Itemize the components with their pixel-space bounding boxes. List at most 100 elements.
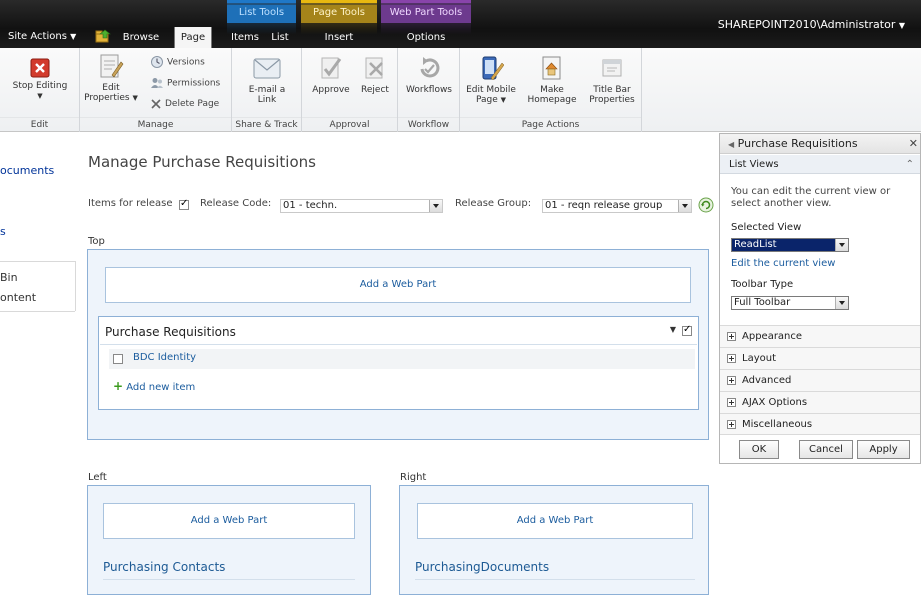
add-web-part-button[interactable]: Add a Web Part xyxy=(105,267,691,303)
release-group-value: 01 - reqn release group xyxy=(545,200,663,211)
divider xyxy=(103,579,355,580)
edit-mobile-page-button[interactable]: Edit Mobile Page ▼ xyxy=(464,54,518,105)
purchasing-documents-title: PurchasingDocuments xyxy=(415,560,550,574)
site-actions-label: Site Actions xyxy=(8,31,67,42)
toolbar-type-select[interactable]: Full Toolbar xyxy=(731,296,849,310)
selected-view-select[interactable]: ReadList xyxy=(731,238,849,252)
email-link-label-1: E-mail a xyxy=(248,85,286,95)
edit-current-view-link[interactable]: Edit the current view xyxy=(731,258,835,269)
tab-items[interactable]: Items xyxy=(228,27,262,48)
make-homepage-label-2: Homepage xyxy=(527,95,577,105)
title-bar-properties-button[interactable]: Title Bar Properties xyxy=(584,54,640,105)
email-icon xyxy=(253,58,281,79)
add-new-item-label: Add new item xyxy=(126,382,196,393)
nav-item-documents[interactable]: ocuments xyxy=(0,164,54,177)
edit-properties-label-1: Edit xyxy=(102,83,120,93)
nav-divider xyxy=(0,311,75,312)
ribbon-group-edit: Stop Editing ▼ Edit xyxy=(0,48,80,132)
reject-icon xyxy=(365,57,383,79)
tool-pane: ◀ Purchase Requisitions ✕ List Views ⌃ Y… xyxy=(719,133,921,464)
make-homepage-label-1: Make xyxy=(540,85,564,95)
navigate-up-icon[interactable] xyxy=(95,29,111,43)
apply-button[interactable]: Apply xyxy=(857,440,910,459)
edit-mobile-page-label-2: Page xyxy=(475,95,498,105)
release-group-label: Release Group: xyxy=(455,198,532,209)
collapse-icon[interactable]: ⌃ xyxy=(906,155,914,174)
section-label: Layout xyxy=(742,353,776,364)
email-link-button[interactable]: E-mail a Link xyxy=(236,54,298,105)
edit-properties-label-2: Properties xyxy=(84,93,130,103)
ribbon-group-share-track: E-mail a Link Share & Track xyxy=(232,48,302,132)
user-menu[interactable]: SHAREPOINT2010\Administrator ▼ xyxy=(718,18,905,31)
approve-label: Approve xyxy=(312,85,350,95)
chevron-left-icon[interactable]: ◀ xyxy=(728,140,734,149)
edit-mobile-page-label-1: Edit Mobile xyxy=(466,85,516,95)
tab-insert[interactable]: Insert xyxy=(306,27,372,48)
page-title: Manage Purchase Requisitions xyxy=(88,153,316,171)
chevron-down-icon xyxy=(835,239,848,251)
permissions-button[interactable]: Permissions xyxy=(150,76,220,90)
expand-icon xyxy=(727,420,736,429)
section-ajax-options[interactable]: AJAX Options xyxy=(720,391,920,413)
divider xyxy=(100,344,697,345)
section-appearance[interactable]: Appearance xyxy=(720,325,920,347)
expand-icon xyxy=(727,332,736,341)
site-actions-menu[interactable]: Site Actions ▼ xyxy=(8,27,76,47)
chevron-down-icon: ▼ xyxy=(898,21,905,30)
expand-icon xyxy=(727,398,736,407)
refresh-icon[interactable] xyxy=(698,197,714,213)
approve-button[interactable]: Approve xyxy=(310,54,352,95)
row-link[interactable]: BDC Identity xyxy=(133,352,196,363)
title-bar-properties-icon xyxy=(602,59,622,77)
cancel-button[interactable]: Cancel xyxy=(799,440,853,459)
top-bar: Site Actions ▼ Browse Page List Tools It… xyxy=(0,0,921,49)
webpart-menu-icon[interactable]: ▼ xyxy=(670,325,676,334)
workflows-button[interactable]: Workflows xyxy=(402,54,456,95)
ribbon-group-manage: Edit Properties ▼ Versions Permissions D… xyxy=(80,48,232,132)
add-new-item-link[interactable]: + Add new item xyxy=(113,379,195,393)
webpart-select-checkbox[interactable] xyxy=(682,324,692,336)
release-code-label: Release Code: xyxy=(200,198,272,209)
nav-item-s[interactable]: s xyxy=(0,225,6,238)
tab-list[interactable]: List xyxy=(265,27,295,48)
stop-editing-button[interactable]: Stop Editing ▼ xyxy=(4,58,76,101)
items-for-release-checkbox[interactable] xyxy=(179,198,189,210)
add-web-part-button[interactable]: Add a Web Part xyxy=(103,503,355,539)
release-code-select[interactable]: 01 - techn. xyxy=(280,199,443,213)
edit-properties-button[interactable]: Edit Properties ▼ xyxy=(84,52,138,103)
versions-icon xyxy=(151,56,163,68)
chevron-down-icon xyxy=(429,200,442,212)
tab-browse[interactable]: Browse xyxy=(118,27,164,48)
expand-icon xyxy=(727,376,736,385)
nav-item-recycle-bin[interactable]: Bin xyxy=(0,271,18,284)
release-group-select[interactable]: 01 - reqn release group xyxy=(542,199,692,213)
edit-mobile-page-icon xyxy=(482,56,504,81)
delete-page-button[interactable]: Delete Page xyxy=(150,97,219,111)
make-homepage-button[interactable]: Make Homepage xyxy=(522,54,582,105)
title-bar-properties-label-1: Title Bar xyxy=(593,85,631,95)
section-label: Miscellaneous xyxy=(742,419,813,430)
zone-right: Add a Web Part PurchasingDocuments xyxy=(399,485,709,595)
nav-item-all-site-content[interactable]: ontent xyxy=(0,291,36,304)
filter-row: Items for release Release Code: 01 - tec… xyxy=(88,196,718,214)
add-web-part-button[interactable]: Add a Web Part xyxy=(417,503,693,539)
section-layout[interactable]: Layout xyxy=(720,347,920,369)
ribbon-group-label: Manage xyxy=(80,117,231,131)
permissions-icon xyxy=(151,78,163,88)
reject-button[interactable]: Reject xyxy=(356,54,394,95)
ribbon-group-page-actions: Edit Mobile Page ▼ Make Homepage Title B… xyxy=(460,48,642,132)
release-code-value: 01 - techn. xyxy=(283,200,338,211)
ok-button[interactable]: OK xyxy=(739,440,779,459)
row-checkbox[interactable] xyxy=(113,354,123,364)
list-views-section-header[interactable]: List Views ⌃ xyxy=(720,155,920,174)
section-advanced[interactable]: Advanced xyxy=(720,369,920,391)
tab-options[interactable]: Options xyxy=(386,27,466,48)
delete-page-label: Delete Page xyxy=(165,99,220,109)
stop-editing-label: Stop Editing xyxy=(12,81,68,91)
versions-button[interactable]: Versions xyxy=(150,55,205,69)
section-miscellaneous[interactable]: Miscellaneous xyxy=(720,413,920,435)
close-icon[interactable]: ✕ xyxy=(909,134,918,154)
title-bar-properties-label-2: Properties xyxy=(589,95,635,105)
chevron-down-icon xyxy=(678,200,691,212)
tab-page[interactable]: Page xyxy=(174,27,212,49)
